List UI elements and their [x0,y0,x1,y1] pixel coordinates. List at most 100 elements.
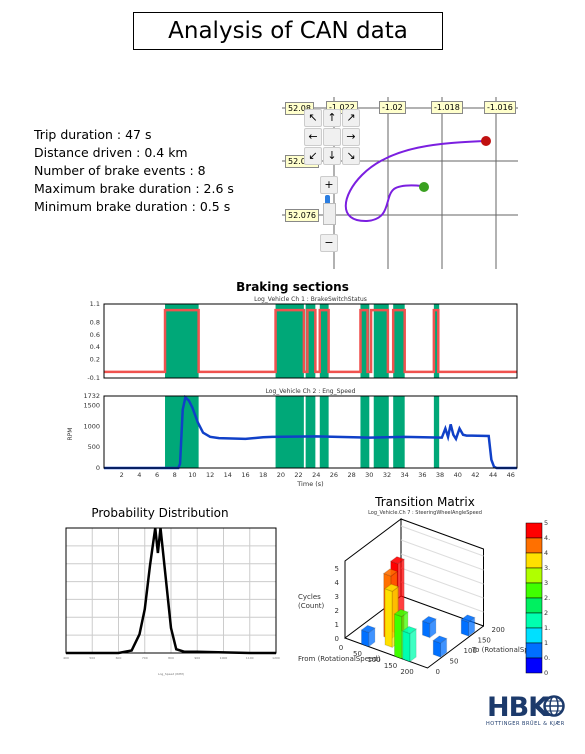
x-tick-label: 500 [89,656,95,660]
braking-section [275,304,304,378]
colorbar-label: 3.5 [544,564,550,572]
x-tick-label: 8 [173,471,177,479]
colorbar-label: 2.5 [544,594,550,602]
x-tick-label: 600 [116,656,122,660]
colorbar-swatch [525,567,543,584]
pan-button[interactable]: ↗ [342,109,360,127]
grid-line [400,525,484,557]
z-tick-label: 5 [335,565,339,573]
colorbar-label: 0.5 [544,654,550,662]
x-tick-label: 150 [384,662,397,670]
y-tick-label: 0 [96,464,100,472]
pan-button[interactable]: ↙ [304,147,322,165]
tm-title: Transition Matrix [375,495,475,509]
braking-section [393,396,405,468]
grid-line [400,581,484,613]
colorbar-label: 0 [544,669,548,677]
bar-front [384,588,393,649]
braking-section [393,304,405,378]
x-tick-label: 800 [168,656,174,660]
globe-icon [543,695,565,717]
colorbar-swatch [525,582,543,599]
colorbar-label: 4.5 [544,534,550,542]
z-tick-label: 0 [335,635,339,643]
x-tick-label: 46 [507,471,515,479]
prob-chart: 400 500 600 700 800 900 1000 1100 1200 Log_Speed … [63,527,280,676]
braking-section [165,304,199,378]
colorbar-label: 2 [544,609,548,617]
map-widget[interactable]: 52.08 52.078 52.076 -1.022 -1.02 -1.018 … [282,97,518,269]
x-axis-label: Time (s) [296,480,323,488]
stat-trip-duration: Trip duration : 47 s [34,127,152,142]
braking-section [360,396,370,468]
pan-button[interactable]: ↘ [342,147,360,165]
x-tick-label: 14 [224,471,232,479]
bar-front [402,630,411,663]
pan-button[interactable]: ← [304,128,322,146]
pan-button[interactable]: → [342,128,360,146]
colorbar-swatch [525,522,543,539]
bar3d [432,635,448,659]
y-tick-label: 200 [492,626,505,634]
colorbar-swatch [525,642,543,659]
y-tick-label: 150 [478,637,491,645]
y-axis-label: To (RotationalSp [471,646,529,654]
zoom-slider-handle[interactable] [323,203,336,225]
zoom-in-button[interactable]: + [320,176,338,194]
x-tick-label: 200 [400,668,413,676]
y-tick-label: 1.1 [90,300,100,308]
panel-subtitle: Log_Vehicle Ch 1 : BrakeSwitchStatus [254,296,367,303]
colorbar-label: 4 [544,549,548,557]
y-tick-label: 0.2 [90,356,100,364]
colorbar-swatch [525,597,543,614]
route-path [344,140,487,223]
lat-label: 52.076 [285,209,319,222]
x-tick-label: 12 [206,471,214,479]
z-axis-label: (Count) [298,602,325,610]
braking-section [373,396,389,468]
transition-matrix-chart: 012345050100150200 050100150200Cycles(Cou… [298,518,550,677]
x-tick-label: 32 [383,471,391,479]
pan-button[interactable]: ↑ [323,109,341,127]
x-tick-label: 34 [401,471,409,479]
grid-line [400,553,484,585]
y-tick-label: 0.8 [90,319,100,327]
y-tick-label: 0.4 [90,343,100,351]
colorbar-label: 1 [544,639,548,647]
x-tick-label: 1100 [246,656,254,660]
bar3d [360,624,376,648]
pan-button[interactable] [323,128,341,146]
braking-section [319,304,329,378]
prob-title: Probability Distribution [91,506,229,520]
bar3d [401,625,418,663]
x-tick-label: 2 [120,471,124,479]
start-marker[interactable] [419,182,429,192]
colorbar-label: 3 [544,579,548,587]
z-tick-label: 4 [335,579,340,587]
x-tick-label: 0 [339,644,343,652]
colorbar-swatch [525,627,543,644]
end-marker[interactable] [481,136,491,146]
x-tick-label: 16 [241,471,249,479]
y-axis-label: RPM [67,428,74,441]
colorbar-swatch [525,552,543,569]
y-tick-label: 0.6 [90,331,100,339]
lon-label: -1.02 [379,101,406,114]
z-tick-label: 2 [335,607,339,615]
pan-button[interactable]: ↖ [304,109,322,127]
stat-min-brake: Minimum brake duration : 0.5 s [34,199,231,214]
braking-section [305,396,316,468]
z-axis-label: Cycles [298,593,321,601]
colorbar-label: 1.5 [544,624,550,632]
colorbar-swatch [525,612,543,629]
braking-section [319,396,329,468]
zoom-out-button[interactable]: − [320,234,338,252]
y-tick-label: 50 [450,658,459,666]
stat-distance: Distance driven : 0.4 km [34,145,188,160]
stat-max-brake: Maximum brake duration : 2.6 s [34,181,234,196]
colorbar-swatch [525,537,543,554]
pan-button[interactable]: ↓ [323,147,341,165]
y-tick-label: 1500 [83,402,100,410]
x-tick-label: 44 [489,471,497,479]
x-tick-label: 42 [471,471,479,479]
